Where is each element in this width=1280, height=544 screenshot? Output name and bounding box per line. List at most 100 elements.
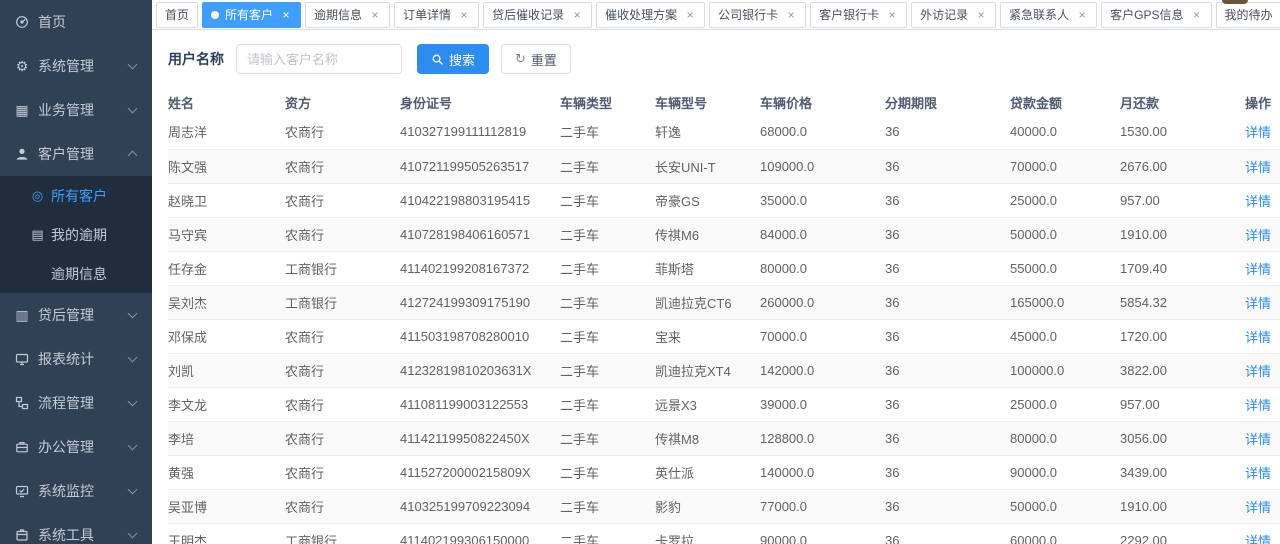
tab-7[interactable]: 客户银行卡× — [810, 2, 907, 28]
top-right-artifact — [1222, 0, 1248, 4]
table-cell: 50000.0 — [1010, 217, 1120, 251]
close-icon[interactable]: × — [1076, 9, 1088, 21]
reset-button[interactable]: ↻ 重置 — [501, 44, 571, 74]
detail-link[interactable]: 详情 — [1245, 500, 1271, 515]
table-cell: 黄强 — [168, 455, 285, 489]
table-cell: 411503198708280010 — [400, 319, 560, 353]
submenu-item-2[interactable]: 逾期信息 — [0, 254, 152, 293]
tab-label: 紧急联系人 — [1009, 6, 1069, 23]
detail-link[interactable]: 详情 — [1245, 534, 1271, 544]
table-cell: 36 — [885, 523, 1010, 544]
table-cell: 农商行 — [285, 319, 400, 353]
tab-6[interactable]: 公司银行卡 × — [709, 2, 806, 28]
close-icon[interactable]: × — [369, 9, 381, 21]
table-row: 周志洋农商行410327199111112819二手车轩逸68000.03640… — [168, 115, 1280, 149]
close-icon[interactable]: × — [280, 9, 292, 21]
table-cell: 李文龙 — [168, 387, 285, 421]
tab-1[interactable]: 所有客户× — [202, 2, 301, 28]
sidebar-item-4[interactable]: ▥贷后管理 — [0, 293, 152, 337]
table-cell: 宝来 — [655, 319, 760, 353]
table-cell: 410422198803195415 — [400, 183, 560, 217]
table-cell: 412724199309175190 — [400, 285, 560, 319]
table-row: 赵晓卫农商行410422198803195415二手车帝豪GS35000.036… — [168, 183, 1280, 217]
close-icon[interactable]: × — [975, 9, 987, 21]
table-cell: 1709.40 — [1120, 251, 1245, 285]
tab-4[interactable]: 贷后催收记录× — [483, 2, 592, 28]
table-cell: 957.00 — [1120, 387, 1245, 421]
detail-link[interactable]: 详情 — [1245, 228, 1271, 243]
close-icon[interactable]: × — [458, 9, 470, 21]
detail-link[interactable]: 详情 — [1245, 432, 1271, 447]
detail-link[interactable]: 详情 — [1245, 398, 1271, 413]
tab-0[interactable]: 首页 — [156, 2, 198, 28]
close-icon[interactable]: × — [684, 9, 696, 21]
table-cell: 35000.0 — [760, 183, 885, 217]
tab-8[interactable]: 外访记录× — [911, 2, 996, 28]
detail-link[interactable]: 详情 — [1245, 296, 1271, 311]
table-header-row: 姓名资方身份证号车辆类型车辆型号车辆价格分期期限贷款金额月还款操作 — [168, 89, 1280, 115]
table-row: 黄强农商行41152720000215809X二手车英仕派140000.0369… — [168, 455, 1280, 489]
detail-link[interactable]: 详情 — [1245, 330, 1271, 345]
close-icon[interactable]: × — [571, 9, 583, 21]
table-cell-actions: 详情 — [1245, 523, 1280, 544]
close-icon[interactable]: × — [886, 9, 898, 21]
table-cell-actions: 详情 — [1245, 455, 1280, 489]
table-cell: 农商行 — [285, 183, 400, 217]
table-row: 李培农商行41142119950822450X二手车传祺M8128800.036… — [168, 421, 1280, 455]
table-cell: 工商银行 — [285, 523, 400, 544]
table-cell: 77000.0 — [760, 489, 885, 523]
sidebar-item-8[interactable]: 系统监控 — [0, 469, 152, 513]
table-cell: 41232819810203631X — [400, 353, 560, 387]
search-button[interactable]: 搜索 — [417, 44, 489, 74]
detail-link[interactable]: 详情 — [1245, 125, 1271, 140]
column-header: 车辆类型 — [560, 89, 655, 115]
column-header: 月还款 — [1120, 89, 1245, 115]
detail-link[interactable]: 详情 — [1245, 160, 1271, 175]
table-cell: 36 — [885, 319, 1010, 353]
user-icon — [14, 147, 30, 161]
close-icon[interactable]: × — [785, 9, 797, 21]
table-body: 周志洋农商行410327199111112819二手车轩逸68000.03640… — [168, 115, 1280, 544]
tab-10[interactable]: 客户GPS信息× — [1101, 2, 1211, 28]
sidebar-item-5[interactable]: 报表统计 — [0, 337, 152, 381]
detail-link[interactable]: 详情 — [1245, 364, 1271, 379]
detail-link[interactable]: 详情 — [1245, 262, 1271, 277]
detail-link[interactable]: 详情 — [1245, 194, 1271, 209]
table-cell: 68000.0 — [760, 115, 885, 149]
table-cell: 马守宾 — [168, 217, 285, 251]
column-header: 车辆价格 — [760, 89, 885, 115]
active-dot-icon — [211, 11, 219, 19]
detail-link[interactable]: 详情 — [1245, 466, 1271, 481]
column-header: 车辆型号 — [655, 89, 760, 115]
tab-3[interactable]: 订单详情× — [394, 2, 479, 28]
sidebar-item-0[interactable]: 首页 — [0, 0, 152, 44]
sys-monitor-icon — [14, 484, 30, 498]
sidebar-nav: 首页⚙系统管理▦业务管理客户管理◎所有客户▤我的逾期逾期信息▥贷后管理报表统计流… — [0, 0, 152, 544]
sidebar-item-2[interactable]: ▦业务管理 — [0, 88, 152, 132]
tab-label: 公司银行卡 — [718, 6, 778, 23]
submenu-item-1[interactable]: ▤我的逾期 — [0, 215, 152, 254]
tab-bar: 首页所有客户×逾期信息×订单详情×贷后催收记录×催收处理方案×公司银行卡×客户银… — [152, 0, 1280, 30]
sidebar-item-3[interactable]: 客户管理 — [0, 132, 152, 176]
customer-table-wrap: 姓名资方身份证号车辆类型车辆型号车辆价格分期期限贷款金额月还款操作 周志洋农商行… — [168, 89, 1264, 544]
tab-2[interactable]: 逾期信息× — [305, 2, 390, 28]
sidebar-item-label: 办公管理 — [38, 437, 129, 457]
table-cell: 2292.00 — [1120, 523, 1245, 544]
sidebar-item-9[interactable]: 系统工具 — [0, 513, 152, 544]
close-icon[interactable]: × — [1191, 9, 1203, 21]
sidebar-item-7[interactable]: 办公管理 — [0, 425, 152, 469]
tab-11[interactable]: 我的待办× — [1216, 2, 1280, 28]
table-cell: 农商行 — [285, 353, 400, 387]
table-cell: 55000.0 — [1010, 251, 1120, 285]
submenu-item-0[interactable]: ◎所有客户 — [0, 176, 152, 215]
table-cell: 140000.0 — [760, 455, 885, 489]
sidebar-item-1[interactable]: ⚙系统管理 — [0, 44, 152, 88]
table-cell: 二手车 — [560, 455, 655, 489]
table-cell: 传祺M6 — [655, 217, 760, 251]
tab-5[interactable]: 催收处理方案× — [596, 2, 705, 28]
app-window: 首页⚙系统管理▦业务管理客户管理◎所有客户▤我的逾期逾期信息▥贷后管理报表统计流… — [0, 0, 1280, 544]
customer-name-input[interactable] — [236, 44, 402, 74]
sidebar-item-6[interactable]: 流程管理 — [0, 381, 152, 425]
tab-9[interactable]: 紧急联系人 × — [1000, 2, 1097, 28]
chevron-down-icon — [128, 529, 138, 539]
